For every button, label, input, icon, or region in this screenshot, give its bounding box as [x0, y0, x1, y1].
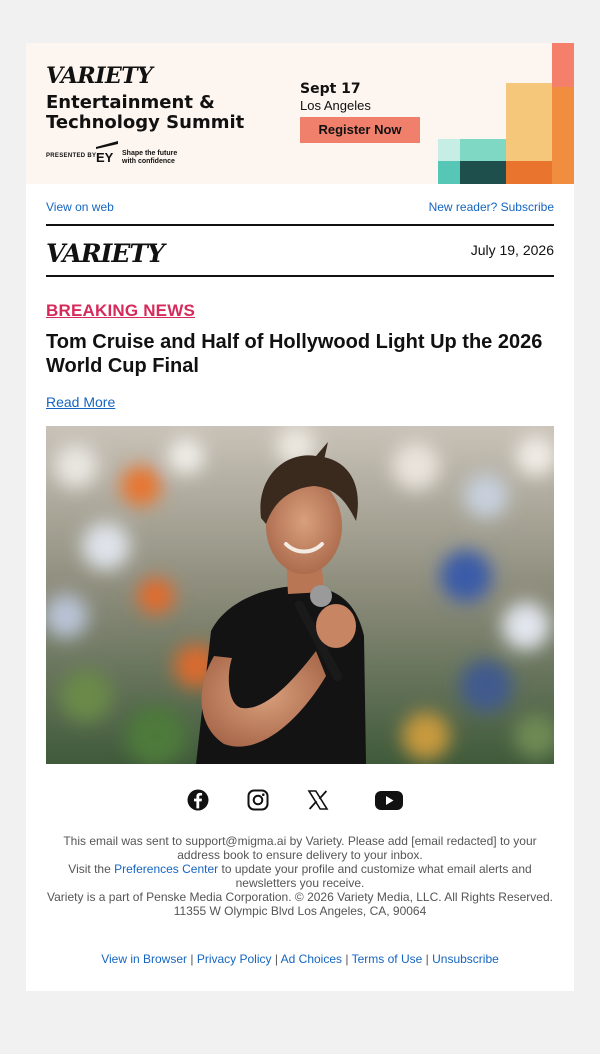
instagram-icon[interactable] — [246, 788, 270, 812]
event-city: Los Angeles — [300, 98, 371, 113]
register-now-button[interactable]: Register Now — [300, 117, 420, 143]
terms-of-use-link[interactable]: Terms of Use — [352, 952, 423, 966]
footer-text: This email was sent to support@migma.ai … — [46, 834, 554, 918]
banner-decor-block — [506, 83, 552, 161]
mailing-address: 11355 W Olympic Blvd Los Angeles, CA, 90… — [173, 904, 427, 918]
top-links: View on web New reader? Subscribe — [46, 200, 554, 214]
ey-logo-text: EY — [96, 150, 114, 163]
footer-links: View in Browser | Privacy Policy | Ad Ch… — [46, 952, 554, 966]
link-separator: | — [190, 952, 194, 966]
link-separator: | — [425, 952, 429, 966]
event-date: Sept 17 — [300, 81, 361, 97]
preferences-prefix: Visit the — [68, 862, 115, 876]
breaking-news-kicker: BREAKING NEWS — [46, 301, 195, 320]
sponsor-tagline: Shape the future with confidence — [122, 150, 178, 165]
email-container: VARIETY Entertainment & Technology Summi… — [26, 43, 574, 991]
facebook-icon[interactable] — [186, 788, 210, 812]
presented-by-label: PRESENTED BY — [46, 153, 97, 159]
banner-variety-logo: VARIETY — [46, 63, 153, 89]
hero-photo-illustration — [46, 426, 554, 764]
banner-decor-block — [506, 161, 552, 184]
summit-title-line1: Entertainment & — [46, 92, 215, 113]
masthead-bottom-rule — [46, 275, 554, 277]
privacy-policy-link[interactable]: Privacy Policy — [197, 952, 272, 966]
copyright-notice: Variety is a part of Penske Media Corpor… — [47, 890, 553, 904]
unsubscribe-link[interactable]: Unsubscribe — [432, 952, 499, 966]
variety-logo[interactable]: VARIETY — [46, 239, 165, 268]
banner-decor-block — [438, 161, 460, 184]
banner-decor-block — [438, 139, 460, 161]
preferences-suffix: to update your profile and customize wha… — [218, 862, 532, 890]
ad-choices-link[interactable]: Ad Choices — [281, 952, 342, 966]
banner-decor-block — [460, 139, 506, 161]
preferences-notice: Visit the Preferences Center to update y… — [46, 862, 554, 890]
ey-logo-icon: EY — [96, 141, 118, 163]
issue-date: July 19, 2026 — [470, 242, 554, 258]
youtube-icon[interactable] — [374, 788, 404, 812]
view-on-web-link[interactable]: View on web — [46, 200, 114, 214]
read-more-link[interactable]: Read More — [46, 394, 115, 410]
link-separator: | — [274, 952, 278, 966]
x-icon[interactable] — [306, 788, 330, 812]
article-headline[interactable]: Tom Cruise and Half of Hollywood Light U… — [46, 330, 554, 378]
summit-banner[interactable]: VARIETY Entertainment & Technology Summi… — [26, 43, 574, 184]
sent-to-notice: This email was sent to support@migma.ai … — [63, 834, 537, 862]
banner-decor-block — [460, 161, 506, 184]
summit-title-line2: Technology Summit — [46, 112, 245, 133]
summit-title: Entertainment & Technology Summit — [46, 93, 244, 133]
preferences-center-link[interactable]: Preferences Center — [114, 862, 218, 876]
banner-decor-block — [552, 43, 574, 87]
social-links — [26, 788, 574, 812]
banner-decor-block — [552, 87, 574, 184]
view-in-browser-link[interactable]: View in Browser — [101, 952, 187, 966]
link-separator: | — [345, 952, 349, 966]
masthead-top-rule — [46, 224, 554, 226]
article-hero-image[interactable] — [46, 426, 554, 764]
subscribe-link[interactable]: New reader? Subscribe — [429, 200, 554, 214]
